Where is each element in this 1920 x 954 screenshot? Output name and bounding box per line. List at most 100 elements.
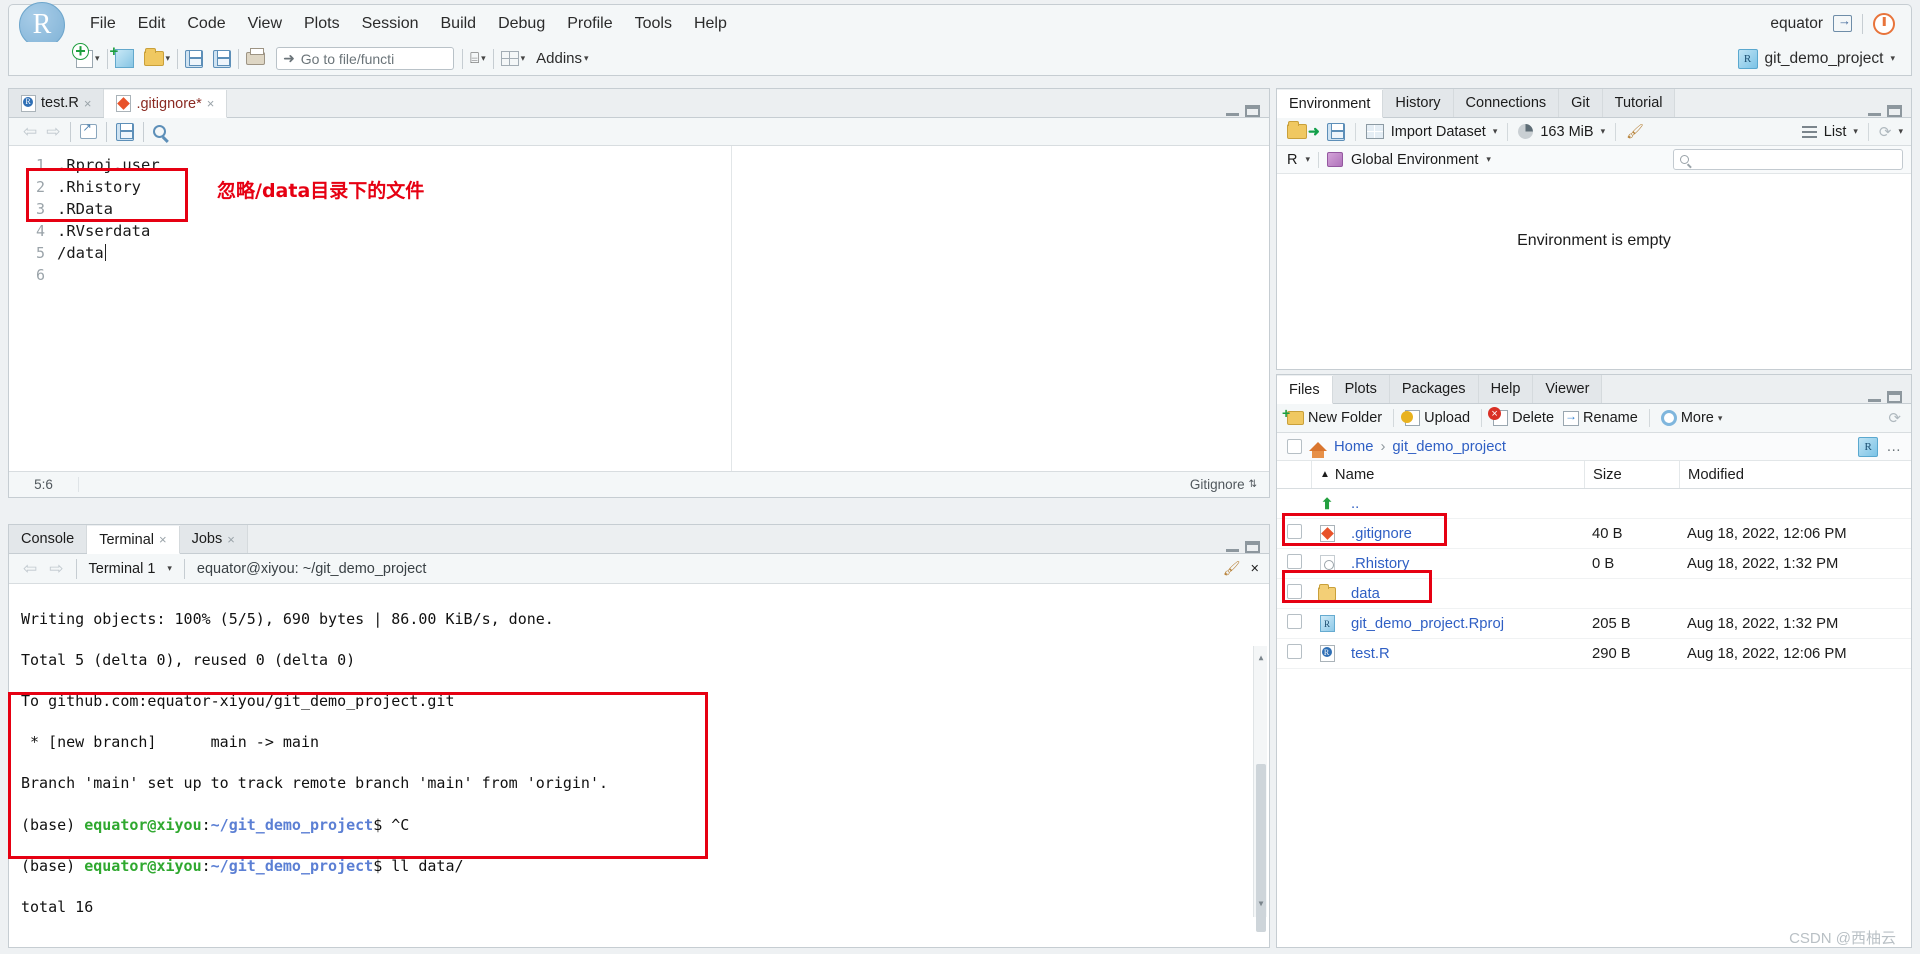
scope-selector[interactable]: Global Environment	[1351, 152, 1478, 168]
back-icon[interactable]: ⇦	[23, 559, 37, 579]
row-checkbox[interactable]	[1287, 524, 1302, 539]
close-icon[interactable]: ×	[84, 96, 92, 111]
close-icon[interactable]: ×	[159, 532, 167, 547]
delete-button[interactable]: Delete	[1488, 407, 1556, 427]
table-row[interactable]: data	[1277, 579, 1911, 609]
minimize-icon[interactable]	[1226, 107, 1239, 116]
session-switch-icon[interactable]	[1833, 13, 1852, 32]
table-row[interactable]: .Rhistory 0 B Aug 18, 2022, 1:32 PM	[1277, 549, 1911, 579]
new-project-button[interactable]	[110, 43, 137, 70]
clear-console-icon[interactable]: 🖌	[1223, 560, 1241, 577]
menu-code[interactable]: Code	[176, 11, 236, 37]
tab-console[interactable]: Console	[9, 525, 88, 553]
file-name[interactable]: .gitignore	[1343, 526, 1584, 542]
terminal-scrollbar[interactable]: ▲ ▼	[1253, 646, 1267, 932]
minimize-icon[interactable]	[1868, 393, 1881, 402]
maximize-icon[interactable]	[1245, 105, 1260, 117]
upload-button[interactable]: Upload	[1401, 409, 1472, 427]
menu-session[interactable]: Session	[351, 11, 430, 37]
tab-help[interactable]: Help	[1478, 375, 1534, 403]
new-file-button[interactable]: ▾	[72, 42, 103, 70]
tab-history[interactable]: History	[1383, 89, 1454, 117]
menu-tools[interactable]: Tools	[624, 11, 683, 37]
file-name[interactable]: git_demo_project.Rproj	[1343, 616, 1584, 632]
file-format-selector[interactable]: Gitignore ⇅	[1190, 477, 1269, 492]
tab-git[interactable]: Git	[1559, 89, 1603, 117]
tab-test-r[interactable]: test.R ×	[9, 89, 105, 117]
scroll-down-icon[interactable]: ▼	[1256, 894, 1266, 915]
import-dataset-button[interactable]: Import Dataset	[1391, 124, 1486, 140]
maximize-icon[interactable]	[1887, 105, 1902, 117]
save-all-button[interactable]	[210, 48, 234, 70]
table-row[interactable]: test.R 290 B Aug 18, 2022, 12:06 PM	[1277, 639, 1911, 669]
find-replace-icon[interactable]	[152, 125, 166, 138]
power-icon[interactable]	[1873, 12, 1895, 35]
minimize-icon[interactable]	[1868, 107, 1881, 116]
table-row[interactable]: R git_demo_project.Rproj 205 B Aug 18, 2…	[1277, 609, 1911, 639]
header-name[interactable]: ▲ Name	[1311, 461, 1584, 488]
tab-environment[interactable]: Environment	[1277, 90, 1384, 118]
row-checkbox[interactable]	[1287, 554, 1302, 569]
tab-jobs[interactable]: Jobs ×	[179, 525, 248, 553]
rproj-icon[interactable]: R	[1858, 436, 1879, 457]
open-file-button[interactable]: ▾	[141, 48, 174, 68]
header-size[interactable]: Size	[1584, 461, 1679, 488]
more-options-icon[interactable]: …	[1886, 439, 1901, 455]
row-checkbox[interactable]	[1287, 614, 1302, 629]
file-name[interactable]: .Rhistory	[1343, 556, 1584, 572]
editor-body[interactable]: 1 2 3 4 5 6 .Rproj.user .Rhistory .RData…	[9, 146, 1269, 471]
save-button[interactable]	[182, 48, 206, 70]
close-icon[interactable]: ×	[227, 532, 235, 547]
load-workspace-icon[interactable]	[1287, 121, 1307, 139]
addins-button[interactable]: Addins ▾	[532, 50, 592, 67]
terminal-output[interactable]: Writing objects: 100% (5/5), 690 bytes |…	[9, 584, 1269, 935]
menu-file[interactable]: File	[79, 11, 127, 37]
breadcrumb-home[interactable]: Home	[1334, 439, 1373, 455]
language-selector[interactable]: R	[1287, 152, 1297, 168]
header-modified[interactable]: Modified	[1679, 461, 1911, 488]
forward-icon[interactable]: ⇨	[49, 559, 63, 579]
table-row[interactable]: .gitignore 40 B Aug 18, 2022, 12:06 PM	[1277, 519, 1911, 549]
tab-gitignore[interactable]: .gitignore* ×	[104, 90, 228, 118]
tab-terminal[interactable]: Terminal ×	[87, 526, 180, 554]
print-button[interactable]	[243, 48, 268, 67]
menu-view[interactable]: View	[237, 11, 293, 37]
tab-plots[interactable]: Plots	[1332, 375, 1390, 403]
file-name[interactable]: ..	[1343, 496, 1584, 512]
pane-layout-button[interactable]: ▾	[498, 49, 529, 68]
forward-icon[interactable]: ⇨	[46, 122, 60, 142]
menu-debug[interactable]: Debug	[487, 11, 556, 37]
close-icon[interactable]: ×	[207, 96, 215, 111]
environment-search-input[interactable]	[1673, 149, 1903, 170]
maximize-icon[interactable]	[1245, 541, 1260, 553]
menu-edit[interactable]: Edit	[127, 11, 177, 37]
view-mode-label[interactable]: List	[1824, 124, 1847, 140]
scroll-up-icon[interactable]: ▲	[1256, 648, 1266, 669]
popout-icon[interactable]	[79, 121, 97, 139]
more-button[interactable]: More ▾	[1659, 409, 1725, 427]
select-all-checkbox[interactable]	[1287, 439, 1302, 454]
tab-tutorial[interactable]: Tutorial	[1602, 89, 1676, 117]
memory-usage-label[interactable]: 163 MiB	[1540, 124, 1593, 140]
file-name[interactable]: test.R	[1343, 646, 1584, 662]
tab-connections[interactable]: Connections	[1453, 89, 1560, 117]
clear-workspace-icon[interactable]: 🖌	[1626, 123, 1644, 140]
save-workspace-icon[interactable]	[1326, 122, 1345, 141]
project-selector[interactable]: R git_demo_project ▾	[1737, 48, 1911, 69]
save-icon[interactable]	[115, 122, 134, 141]
maximize-icon[interactable]	[1887, 391, 1902, 403]
table-row[interactable]: ⬆ ..	[1277, 489, 1911, 519]
menu-help[interactable]: Help	[683, 11, 738, 37]
new-folder-button[interactable]: New Folder	[1282, 405, 1384, 427]
compile-report-button[interactable]: ⌸ ▾	[467, 48, 489, 69]
refresh-icon[interactable]: ⟳	[1888, 409, 1901, 427]
back-icon[interactable]: ⇦	[23, 122, 37, 142]
close-terminal-icon[interactable]: ×	[1251, 561, 1259, 577]
minimize-icon[interactable]	[1226, 543, 1239, 552]
tab-packages[interactable]: Packages	[1389, 375, 1479, 403]
row-checkbox[interactable]	[1287, 644, 1302, 659]
menu-build[interactable]: Build	[430, 11, 488, 37]
rename-button[interactable]: Rename	[1561, 409, 1640, 427]
tab-files[interactable]: Files	[1277, 376, 1333, 404]
file-name[interactable]: data	[1343, 586, 1584, 602]
